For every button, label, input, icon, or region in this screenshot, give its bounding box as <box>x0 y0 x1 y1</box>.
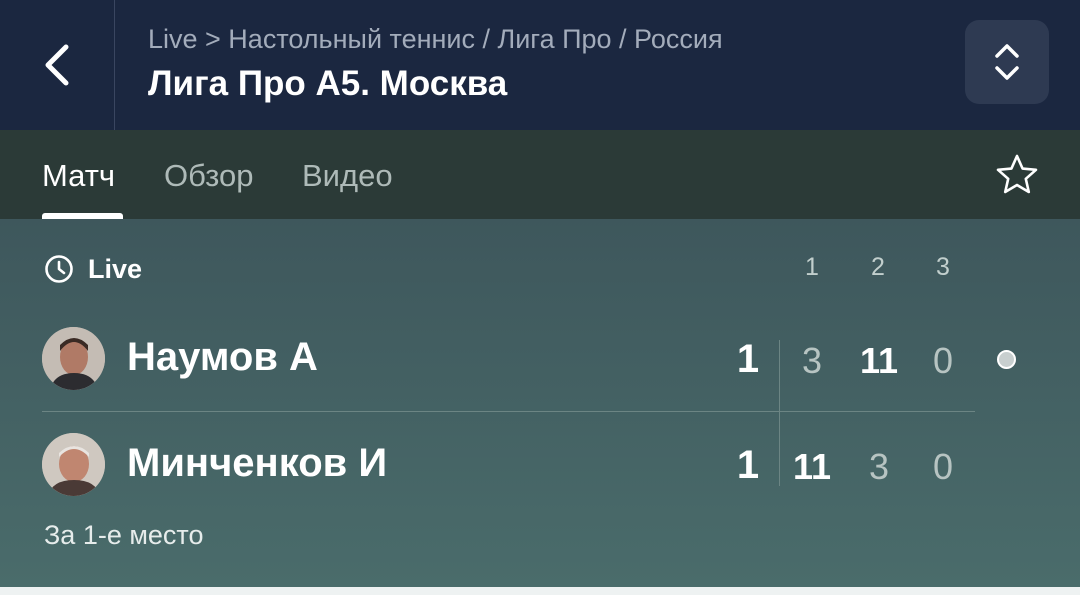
player-photo-icon <box>42 433 105 496</box>
set-score: 3 <box>868 446 890 487</box>
back-button[interactable] <box>0 0 115 130</box>
player-name[interactable]: Минченков И <box>127 441 387 486</box>
total-score: 1 <box>736 337 760 381</box>
set-header-3: 3 <box>936 253 950 281</box>
match-status: Live <box>44 252 142 286</box>
tab-overview[interactable]: Обзор <box>164 158 254 194</box>
set-score: 0 <box>932 340 954 381</box>
star-outline-icon <box>996 154 1038 194</box>
status-label: Live <box>88 253 143 284</box>
match-stage-note: За 1-е место <box>44 520 204 550</box>
chevron-left-icon <box>45 44 69 86</box>
set-score: 11 <box>792 446 832 487</box>
player-photo-icon <box>42 327 105 390</box>
player-name[interactable]: Наумов А <box>127 335 318 380</box>
serve-indicator <box>997 350 1016 369</box>
set-score: 3 <box>801 340 823 381</box>
set-header-1: 1 <box>805 253 819 281</box>
tabs-bar: Матч Обзор Видео <box>0 130 1080 219</box>
tab-match[interactable]: Матч <box>42 158 115 194</box>
page-title: Лига Про А5. Москва <box>148 64 508 103</box>
set-score: 11 <box>859 340 899 381</box>
total-score: 1 <box>736 443 760 487</box>
switch-match-button[interactable] <box>965 20 1049 104</box>
chevron-up-down-icon <box>995 44 1019 80</box>
clock-icon <box>45 255 73 283</box>
row-divider <box>42 411 975 412</box>
avatar <box>42 327 105 390</box>
score-divider <box>779 340 780 486</box>
set-header-2: 2 <box>871 253 885 281</box>
avatar <box>42 433 105 496</box>
tab-video[interactable]: Видео <box>302 158 393 194</box>
top-header: Live > Настольный теннис / Лига Про / Ро… <box>0 0 1080 130</box>
breadcrumb[interactable]: Live > Настольный теннис / Лига Про / Ро… <box>148 24 723 55</box>
favorite-button[interactable] <box>994 152 1040 198</box>
set-score: 0 <box>932 446 954 487</box>
